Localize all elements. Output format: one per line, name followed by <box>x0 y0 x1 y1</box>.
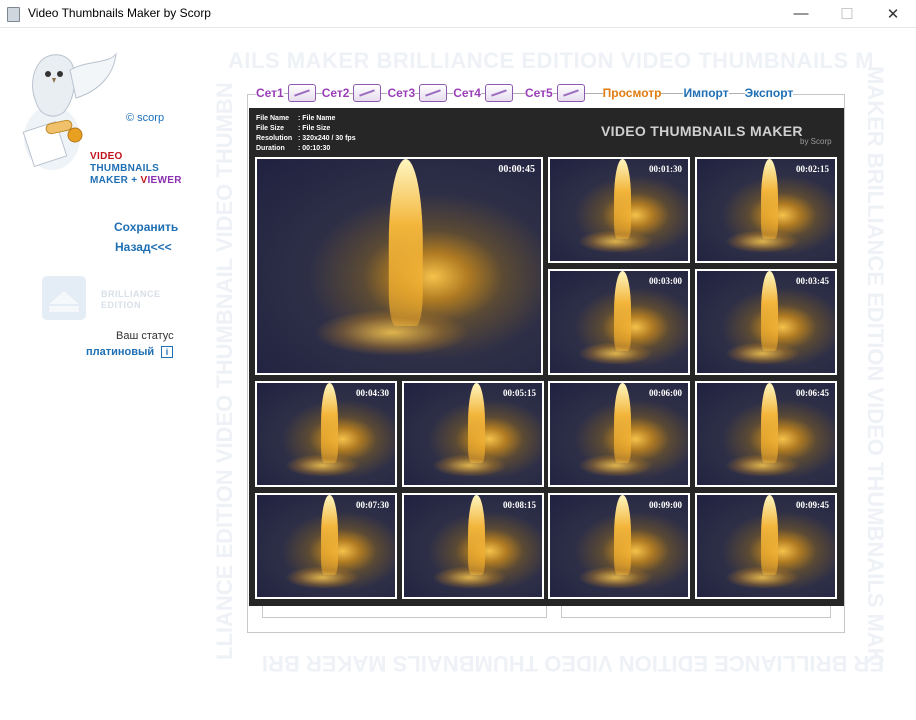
status-value: платиновый <box>86 346 155 358</box>
status-label: Ваш статус <box>116 330 174 342</box>
thumbnail[interactable]: 00:09:45 <box>695 493 837 599</box>
tab-connector <box>584 92 603 94</box>
copyright-text: © scorp <box>126 112 165 124</box>
timestamp: 00:09:45 <box>796 500 829 510</box>
brilliance-arrow-icon <box>49 291 79 304</box>
timestamp: 00:04:30 <box>356 388 389 398</box>
watermark-top: AILS MAKER BRILLIANCE EDITION VIDEO THUM… <box>228 48 875 73</box>
thumbnail[interactable]: 00:06:45 <box>695 381 837 487</box>
thumbnail-large[interactable]: 00:00:45 <box>255 157 543 375</box>
info-key: Duration <box>256 145 285 152</box>
minimize-button[interactable]: — <box>778 0 824 27</box>
info-duration: Duration: 00:10:30 <box>256 145 331 152</box>
thumbnail[interactable]: 00:05:15 <box>402 381 544 487</box>
tab-export[interactable]: Экспорт <box>745 86 794 100</box>
thumbnail[interactable]: 00:02:15 <box>695 157 837 263</box>
info-key: Resolution <box>256 135 293 142</box>
info-file-name: File Name: File Name <box>256 115 336 122</box>
watermark-right: MAKER BRILLIANCE EDITION VIDEO THUMBNAIL… <box>863 66 888 664</box>
timestamp: 00:03:45 <box>796 276 829 286</box>
logo-line-1: VIDEO <box>90 151 123 162</box>
timestamp: 00:03:00 <box>649 276 682 286</box>
edition-text: EDITION <box>101 300 142 310</box>
info-file-size: File Size: File Size <box>256 125 331 132</box>
maximize-button[interactable]: ☐ <box>824 0 870 27</box>
watermark-bottom: ER BRILLIANCE EDITION VIDEO THUMBNAILS M… <box>261 651 884 676</box>
window-title: Video Thumbnails Maker by Scorp <box>28 6 211 20</box>
tab-set4[interactable]: Сет4 <box>453 86 481 100</box>
timestamp: 00:06:00 <box>649 388 682 398</box>
bottom-slot-left <box>262 606 547 618</box>
info-value: File Size <box>302 125 331 132</box>
tab-set1[interactable]: Сет1 <box>256 86 284 100</box>
app-icon <box>7 7 20 22</box>
tab-set2[interactable]: Сет2 <box>322 86 350 100</box>
bottom-slot-right <box>561 606 831 618</box>
info-key: File Name <box>256 115 290 122</box>
title-bar: Video Thumbnails Maker by Scorp — ☐ ✕ <box>0 0 916 28</box>
logo-line-3: MAKER + VIEWER <box>90 175 182 186</box>
timestamp: 00:05:15 <box>503 388 536 398</box>
tab-preview[interactable]: Просмотр <box>603 86 662 100</box>
timestamp: 00:06:45 <box>796 388 829 398</box>
logo-word-viewer: IEWER <box>147 175 182 186</box>
set1-edit-icon[interactable] <box>287 84 316 102</box>
thumbnail[interactable]: 00:09:00 <box>548 493 690 599</box>
tab-connector <box>661 92 684 94</box>
info-icon[interactable]: i <box>161 346 173 358</box>
timestamp: 00:00:45 <box>498 164 535 175</box>
logo-letter-v: V <box>90 151 97 162</box>
thumbnail[interactable]: 00:03:00 <box>548 269 690 375</box>
thumbnail[interactable]: 00:01:30 <box>548 157 690 263</box>
info-resolution: Resolution: 320x240 / 30 fps <box>256 135 356 142</box>
logo-line-2: THUMBNAILS <box>90 163 160 174</box>
brilliance-text: BRILLIANCE <box>101 289 161 299</box>
info-key: File Size <box>256 125 285 132</box>
timestamp: 00:02:15 <box>796 164 829 174</box>
tab-set3[interactable]: Сет3 <box>387 86 415 100</box>
logo-word-video: IDEO <box>96 151 123 162</box>
set5-edit-icon[interactable] <box>556 84 585 102</box>
timestamp: 00:08:15 <box>503 500 536 510</box>
thumbnail[interactable]: 00:04:30 <box>255 381 397 487</box>
set4-edit-icon[interactable] <box>484 84 513 102</box>
thumbnail[interactable]: 00:07:30 <box>255 493 397 599</box>
info-value: 320x240 / 30 fps <box>302 135 356 142</box>
tab-connector <box>512 92 525 94</box>
logo-word-maker: MAKER + <box>90 175 141 186</box>
close-button[interactable]: ✕ <box>870 0 916 27</box>
timestamp: 00:01:30 <box>649 164 682 174</box>
thumbnail[interactable]: 00:08:15 <box>402 493 544 599</box>
thumbnail[interactable]: 00:03:45 <box>695 269 837 375</box>
back-link[interactable]: Назад<<< <box>115 240 172 254</box>
watermark-left: LLIANCE EDITION VIDEO THUMBNAIL VIDEO TH… <box>212 82 237 660</box>
sheet-brand-sub: by Scorp <box>800 137 832 146</box>
info-value: 00:10:30 <box>302 145 331 152</box>
timestamp: 00:09:00 <box>649 500 682 510</box>
set3-edit-icon[interactable] <box>419 84 448 102</box>
timestamp: 00:07:30 <box>356 500 389 510</box>
tab-bar: Сет1 Сет2 Сет3 Сет4 Сет5 Просмотр Импорт… <box>256 82 794 104</box>
info-value: File Name <box>302 115 336 122</box>
set2-edit-icon[interactable] <box>353 84 382 102</box>
brilliance-bar <box>49 306 79 312</box>
tab-connector <box>728 92 745 94</box>
tab-set5[interactable]: Сет5 <box>525 86 553 100</box>
sheet-brand: VIDEO THUMBNAILS MAKER <box>601 123 803 139</box>
save-link[interactable]: Сохранить <box>114 220 178 234</box>
thumbnail[interactable]: 00:06:00 <box>548 381 690 487</box>
tab-import[interactable]: Импорт <box>683 86 728 100</box>
